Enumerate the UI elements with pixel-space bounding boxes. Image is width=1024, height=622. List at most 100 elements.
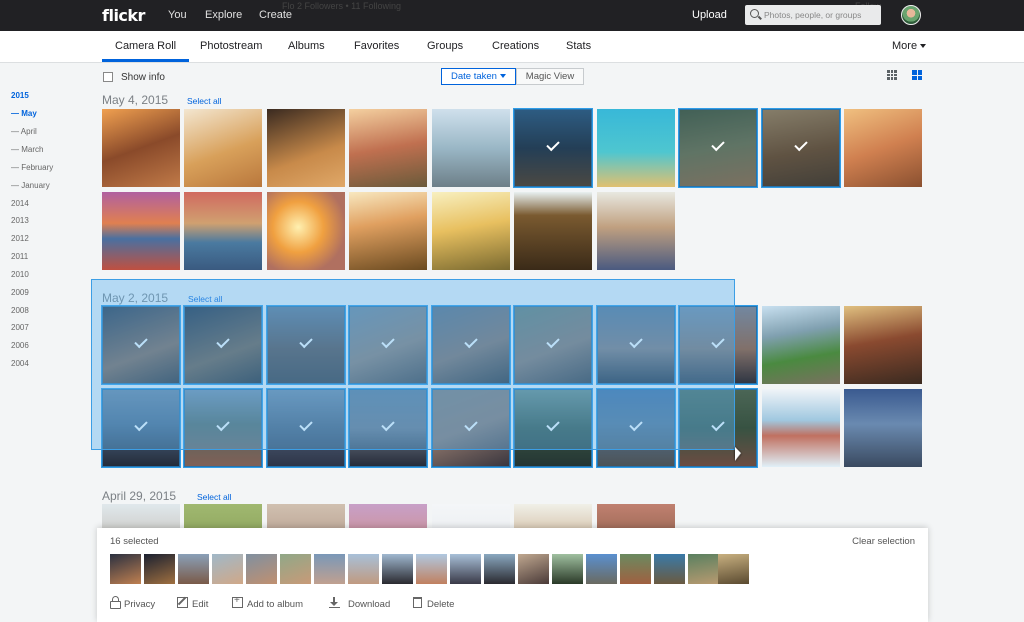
clear-selection-button[interactable]: Clear selection xyxy=(852,536,915,547)
year-2004[interactable]: 2004 xyxy=(11,359,29,368)
photo-thumbnail[interactable] xyxy=(266,305,346,385)
selected-thumbnail[interactable] xyxy=(144,554,175,584)
search-input[interactable]: Photos, people, or groups xyxy=(745,5,881,25)
photo-thumbnail[interactable] xyxy=(844,389,922,467)
magic-view-toggle[interactable]: Magic View xyxy=(516,68,584,85)
flickr-logo[interactable]: flickr xyxy=(102,6,145,25)
photo-thumbnail[interactable] xyxy=(761,108,841,188)
select-all-may-4[interactable]: Select all xyxy=(187,96,222,106)
photo-thumbnail[interactable] xyxy=(102,109,180,187)
tab-groups[interactable]: Groups xyxy=(427,40,463,52)
year-2012[interactable]: 2012 xyxy=(11,234,29,243)
tab-stats[interactable]: Stats xyxy=(566,40,591,52)
year-2015[interactable]: 2015 xyxy=(11,91,29,100)
selected-thumbnail[interactable] xyxy=(718,554,749,584)
photo-thumbnail[interactable] xyxy=(678,388,758,468)
year-2006[interactable]: 2006 xyxy=(11,341,29,350)
select-all-april-29[interactable]: Select all xyxy=(197,492,232,502)
year-2009[interactable]: 2009 xyxy=(11,288,29,297)
photo-thumbnail[interactable] xyxy=(349,109,427,187)
photo-thumbnail[interactable] xyxy=(267,192,345,270)
photo-thumbnail[interactable] xyxy=(513,305,593,385)
photo-thumbnail[interactable] xyxy=(267,109,345,187)
selected-thumbnail[interactable] xyxy=(246,554,277,584)
month-february[interactable]: — February xyxy=(11,163,53,172)
photo-thumbnail[interactable] xyxy=(513,108,593,188)
nav-you[interactable]: You xyxy=(168,9,187,21)
photo-thumbnail[interactable] xyxy=(513,388,593,468)
select-all-may-2[interactable]: Select all xyxy=(188,294,223,304)
selected-thumbnail[interactable] xyxy=(280,554,311,584)
photo-thumbnail[interactable] xyxy=(431,388,511,468)
avatar[interactable] xyxy=(901,5,921,25)
month-april[interactable]: — April xyxy=(11,127,37,136)
tab-photostream[interactable]: Photostream xyxy=(200,40,262,52)
photo-thumbnail[interactable] xyxy=(101,388,181,468)
year-2007[interactable]: 2007 xyxy=(11,323,29,332)
selected-thumbnail[interactable] xyxy=(450,554,481,584)
year-2011[interactable]: 2011 xyxy=(11,252,28,261)
photo-thumbnail[interactable] xyxy=(348,388,428,468)
photo-thumbnail[interactable] xyxy=(678,108,758,188)
selected-thumbnail[interactable] xyxy=(348,554,379,584)
selected-thumbnail[interactable] xyxy=(654,554,685,584)
edit-button[interactable]: Edit xyxy=(192,599,208,610)
selected-thumbnail[interactable] xyxy=(586,554,617,584)
tab-camera-roll[interactable]: Camera Roll xyxy=(102,40,190,62)
photo-thumbnail[interactable] xyxy=(762,306,840,384)
selected-thumbnail[interactable] xyxy=(484,554,515,584)
year-2013[interactable]: 2013 xyxy=(11,216,29,225)
photo-thumbnail[interactable] xyxy=(102,192,180,270)
photo-thumbnail[interactable] xyxy=(597,109,675,187)
upload-link[interactable]: Upload xyxy=(692,9,727,21)
grid-large-icon[interactable] xyxy=(912,70,922,80)
selected-thumbnail[interactable] xyxy=(552,554,583,584)
photo-thumbnail[interactable] xyxy=(101,305,181,385)
selected-thumbnail[interactable] xyxy=(110,554,141,584)
grid-small-icon[interactable] xyxy=(887,70,897,80)
photo-thumbnail[interactable] xyxy=(514,192,592,270)
photo-thumbnail[interactable] xyxy=(431,305,511,385)
download-button[interactable]: Download xyxy=(348,599,390,610)
selected-thumbnail[interactable] xyxy=(212,554,243,584)
year-2014[interactable]: 2014 xyxy=(11,199,29,208)
photo-thumbnail[interactable] xyxy=(432,192,510,270)
photo-thumbnail[interactable] xyxy=(184,192,262,270)
photo-thumbnail[interactable] xyxy=(596,388,676,468)
more-menu[interactable]: More xyxy=(892,40,927,52)
year-2008[interactable]: 2008 xyxy=(11,306,29,315)
photo-thumbnail[interactable] xyxy=(266,388,346,468)
show-info-checkbox[interactable] xyxy=(103,72,113,82)
photo-thumbnail[interactable] xyxy=(597,192,675,270)
photo-thumbnail[interactable] xyxy=(844,306,922,384)
selected-thumbnail[interactable] xyxy=(416,554,447,584)
photo-thumbnail[interactable] xyxy=(348,305,428,385)
photo-thumbnail[interactable] xyxy=(678,305,758,385)
photo-thumbnail[interactable] xyxy=(844,109,922,187)
nav-explore[interactable]: Explore xyxy=(205,9,242,21)
photo-thumbnail[interactable] xyxy=(184,109,262,187)
selected-thumbnail[interactable] xyxy=(314,554,345,584)
month-may[interactable]: — May xyxy=(11,109,37,118)
date-taken-toggle[interactable]: Date taken xyxy=(441,68,516,85)
photo-thumbnail[interactable] xyxy=(349,192,427,270)
photo-thumbnail[interactable] xyxy=(183,305,263,385)
privacy-button[interactable]: Privacy xyxy=(124,599,155,610)
tab-favorites[interactable]: Favorites xyxy=(354,40,399,52)
month-march[interactable]: — March xyxy=(11,145,43,154)
selected-thumbnail[interactable] xyxy=(518,554,549,584)
add-to-album-button[interactable]: Add to album xyxy=(247,599,303,610)
tab-creations[interactable]: Creations xyxy=(492,40,539,52)
show-info-label[interactable]: Show info xyxy=(121,72,165,83)
selected-thumbnail[interactable] xyxy=(382,554,413,584)
year-2010[interactable]: 2010 xyxy=(11,270,29,279)
delete-button[interactable]: Delete xyxy=(427,599,454,610)
selected-thumbnail[interactable] xyxy=(688,554,719,584)
tab-albums[interactable]: Albums xyxy=(288,40,325,52)
month-january[interactable]: — January xyxy=(11,181,50,190)
photo-thumbnail[interactable] xyxy=(596,305,676,385)
photo-thumbnail[interactable] xyxy=(762,389,840,467)
selected-thumbnail[interactable] xyxy=(178,554,209,584)
selected-thumbnail[interactable] xyxy=(620,554,651,584)
photo-thumbnail[interactable] xyxy=(183,388,263,468)
